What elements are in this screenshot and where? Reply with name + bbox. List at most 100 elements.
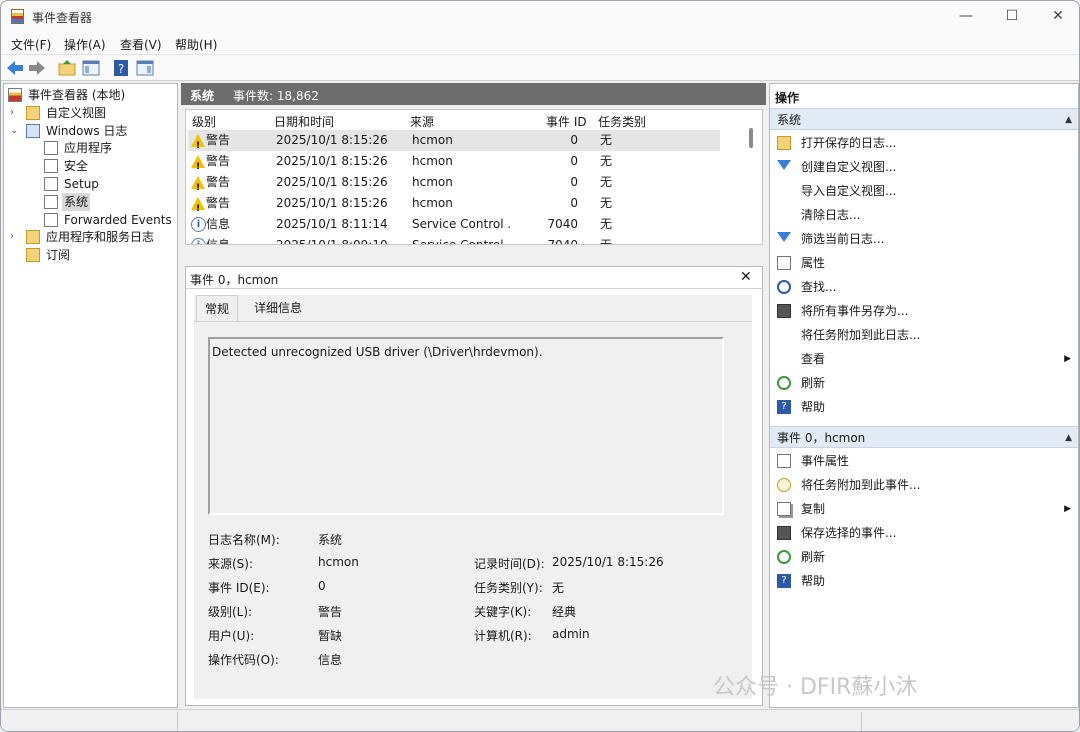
tree-item-subscriptions[interactable]: 订阅 (26, 246, 176, 264)
action-event-3[interactable]: 保存选择的事件... (770, 522, 1078, 544)
tree-item-forwarded-events[interactable]: Forwarded Events (44, 211, 174, 229)
chevron-right-icon[interactable]: › (10, 228, 14, 246)
action-label: 保存选择的事件... (801, 526, 897, 540)
cell-task: 无 (600, 196, 613, 210)
warning-icon (191, 134, 205, 157)
back-arrow-icon[interactable] (5, 58, 25, 78)
cell-task: 无 (600, 217, 613, 231)
action-system-1[interactable]: 创建自定义视图... (770, 156, 1078, 178)
action-label: 将所有事件另存为... (801, 304, 909, 318)
actions-header: 操作 (775, 91, 800, 105)
column-source[interactable]: 来源 (410, 113, 434, 130)
value-logged: 2025/10/1 8:15:26 (552, 555, 664, 569)
event-row[interactable]: 警告 2025/10/1 8:15:26 hcmon 0 无 (188, 172, 720, 199)
column-datetime[interactable]: 日期和时间 (274, 113, 334, 130)
action-system-9[interactable]: 查看 ▶ (770, 348, 1078, 370)
collapse-up-icon[interactable]: ▲ (1065, 109, 1072, 131)
tree-item-application[interactable]: 应用程序 (44, 139, 174, 157)
action-event-2[interactable]: 复制 ▶ (770, 498, 1078, 520)
cell-level: 警告 (206, 175, 231, 189)
action-system-10[interactable]: 刷新 (770, 372, 1078, 394)
event-detail-header: 事件 0，hcmon ✕ (186, 267, 762, 289)
action-system-0[interactable]: 打开保存的日志... (770, 132, 1078, 154)
action-system-3[interactable]: 清除日志... (770, 204, 1078, 226)
action-system-5[interactable]: 属性 (770, 252, 1078, 274)
event-message[interactable]: Detected unrecognized USB driver (\Drive… (208, 337, 724, 515)
tab-general[interactable]: 常规 (196, 295, 239, 321)
cell-source: Service Control ... (412, 217, 512, 231)
tree-item-security[interactable]: 安全 (44, 157, 174, 175)
column-level[interactable]: 级别 (192, 113, 216, 130)
tree-root[interactable]: 事件查看器 (本地) (8, 86, 173, 104)
action-event-1[interactable]: 将任务附加到此事件... (770, 474, 1078, 496)
action-event-4[interactable]: 刷新 (770, 546, 1078, 568)
action-label: 打开保存的日志... (801, 136, 897, 150)
help-icon[interactable]: ? (111, 58, 131, 78)
action-event-5[interactable]: ? 帮助 (770, 570, 1078, 592)
action-system-7[interactable]: 将所有事件另存为... (770, 300, 1078, 322)
action-system-11[interactable]: ? 帮助 (770, 396, 1078, 418)
event-row[interactable]: i 信息 2025/10/1 8:11:14 Service Control ... 7… (188, 214, 720, 235)
actions-pane: 操作 系统 ▲ 打开保存的日志... 创建自定义视图... 导入自定义视图... 清除… (769, 83, 1079, 708)
watermark-text: 公众号 · DFIR蘇小沐 (713, 675, 918, 700)
action-system-8[interactable]: 将任务附加到此日志... (770, 324, 1078, 346)
status-bar (1, 709, 1079, 731)
status-divider (861, 712, 862, 731)
tree-item-setup[interactable]: Setup (44, 175, 174, 193)
column-event-id[interactable]: 事件 ID (546, 113, 587, 130)
status-divider (177, 712, 178, 731)
close-window-button[interactable]: ✕ (1035, 1, 1079, 32)
folder-icon (26, 230, 40, 244)
chevron-down-icon[interactable]: ⌄ (10, 122, 18, 140)
event-row[interactable]: i信息 2025/10/1 8:09:10 Service Control ... 7… (188, 235, 720, 244)
show-hide-tree-icon[interactable] (81, 58, 101, 78)
show-hide-action-pane-icon[interactable] (135, 58, 155, 78)
label-event-id: 事件 ID(E): (208, 581, 270, 595)
cell-id: 0 (570, 133, 578, 147)
save-icon (777, 304, 791, 318)
menu-view[interactable]: 查看(V) (120, 36, 162, 53)
event-row[interactable]: 警告 2025/10/1 8:15:26 hcmon 0 无 (188, 151, 720, 178)
event-row[interactable]: 警告 2025/10/1 8:15:26 hcmon 0 无 (188, 193, 720, 220)
event-row[interactable]: 警告 2025/10/1 8:15:26 hcmon 0 无 (188, 130, 720, 157)
value-task: 无 (552, 581, 565, 595)
action-label: 事件属性 (801, 454, 850, 468)
cell-level: 警告 (206, 196, 231, 210)
action-event-0[interactable]: 事件属性 (770, 450, 1078, 472)
list-scrollbar[interactable] (749, 128, 753, 148)
action-label: 将任务附加到此日志... (801, 328, 921, 342)
forward-arrow-icon[interactable] (27, 58, 47, 78)
column-task-category[interactable]: 任务类别 (598, 113, 646, 130)
collapse-up-icon[interactable]: ▲ (1065, 427, 1072, 449)
center-pane: 系统 事件数: 18,862 级别 日期和时间 来源 事件 ID 任务类别 警告… (181, 83, 766, 708)
menu-file[interactable]: 文件(F) (11, 36, 51, 53)
submenu-arrow-icon: ▶ (1064, 504, 1071, 514)
tree-item-app-service-logs[interactable]: › 应用程序和服务日志 (10, 228, 175, 246)
tab-details[interactable]: 详细信息 (246, 295, 310, 321)
log-icon (44, 195, 58, 209)
value-level: 警告 (318, 605, 343, 619)
action-label: 将任务附加到此事件... (801, 478, 921, 492)
actions-section-system[interactable]: 系统 ▲ (770, 108, 1078, 130)
tree-item-system[interactable]: 系统 (44, 193, 94, 211)
warning-icon (191, 155, 205, 178)
chevron-right-icon[interactable]: › (10, 104, 14, 122)
minimize-button[interactable]: — (943, 1, 989, 32)
cell-task: 无 (600, 175, 613, 189)
close-detail-icon[interactable]: ✕ (740, 269, 752, 285)
action-system-4[interactable]: 筛选当前日志... (770, 228, 1078, 250)
cell-datetime: 2025/10/1 8:15:26 (276, 133, 388, 147)
action-system-6[interactable]: 查找... (770, 276, 1078, 298)
action-system-2[interactable]: 导入自定义视图... (770, 180, 1078, 202)
maximize-button[interactable]: ☐ (989, 1, 1035, 32)
menu-action[interactable]: 操作(A) (64, 36, 106, 53)
actions-section-event[interactable]: 事件 0，hcmon ▲ (770, 426, 1078, 448)
up-folder-icon[interactable] (57, 58, 77, 78)
menu-help[interactable]: 帮助(H) (175, 36, 217, 53)
label-log-name: 日志名称(M): (208, 533, 280, 547)
warning-icon (191, 197, 205, 220)
tree-item-windows-logs[interactable]: ⌄ Windows 日志 (10, 122, 175, 140)
tree-item-custom-views[interactable]: › 自定义视图 (10, 104, 175, 122)
warning-icon (191, 176, 205, 199)
info-icon: i (191, 238, 206, 244)
